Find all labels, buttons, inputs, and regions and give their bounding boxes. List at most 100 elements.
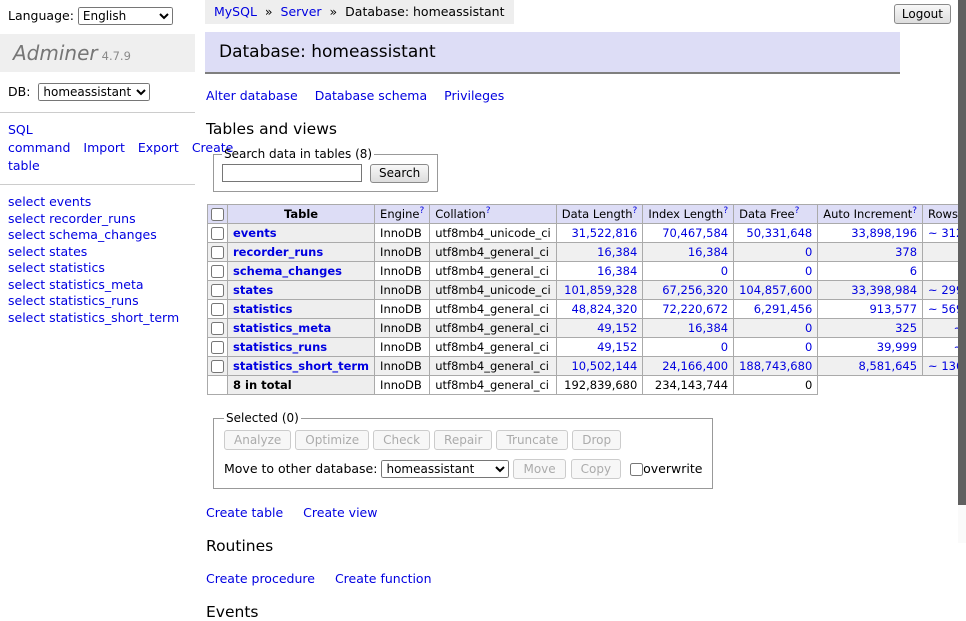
sidebar-select-link[interactable]: select events [8, 194, 187, 209]
data-length-cell: 31,522,816 [556, 224, 643, 243]
data-length-cell: 101,859,328 [556, 281, 643, 300]
collation-cell: utf8mb4_unicode_ci [430, 281, 557, 300]
table-name-link[interactable]: statistics_short_term [233, 359, 369, 373]
selected-operation-button[interactable]: Truncate [496, 430, 568, 450]
row-checkbox-cell [208, 319, 228, 338]
engine-cell: InnoDB [375, 262, 430, 281]
auto-increment-cell: 325 [818, 319, 923, 338]
sidebar-select-link[interactable]: select statistics_runs [8, 293, 187, 308]
index-length-cell: 70,467,584 [643, 224, 734, 243]
column-header-label: Data Free [739, 207, 795, 221]
sidebar-table-links: select eventsselect recorder_runsselect … [0, 185, 195, 325]
routine-create-link[interactable]: Create procedure [206, 571, 315, 586]
table-name-link[interactable]: statistics_runs [233, 340, 327, 354]
page-title: Database: homeassistant [205, 32, 900, 74]
search-button[interactable]: Search [370, 164, 429, 183]
row-checkbox-cell [208, 338, 228, 357]
row-checkbox-cell [208, 224, 228, 243]
breadcrumb-current: Database: homeassistant [345, 4, 504, 19]
overwrite-checkbox[interactable] [630, 463, 643, 476]
column-header: Table [228, 205, 375, 224]
select-all-checkbox[interactable] [211, 208, 224, 221]
routine-links: Create procedure Create function [206, 571, 917, 586]
data-free-cell: 50,331,648 [734, 224, 818, 243]
column-help-link[interactable]: ? [795, 206, 800, 216]
breadcrumb-separator: » [265, 4, 273, 19]
breadcrumb-server-link[interactable]: Server [281, 4, 322, 19]
scrollbar-track[interactable] [958, 0, 966, 543]
row-checkbox[interactable] [211, 284, 224, 297]
auto-increment-cell: 378 [818, 243, 923, 262]
column-header: Auto Increment? [818, 205, 923, 224]
column-header-label: Collation [435, 207, 486, 221]
row-checkbox[interactable] [211, 265, 224, 278]
sidebar-action-link[interactable]: Export [138, 140, 179, 155]
move-button[interactable]: Move [513, 459, 565, 479]
breadcrumb-separator: » [330, 4, 338, 19]
column-help-link[interactable]: ? [633, 206, 638, 216]
sidebar-select-link[interactable]: select recorder_runs [8, 211, 187, 226]
logout-button[interactable]: Logout [894, 4, 951, 24]
engine-cell: InnoDB [375, 243, 430, 262]
language-select[interactable]: English [78, 7, 173, 25]
table-name-link[interactable]: schema_changes [233, 264, 342, 278]
breadcrumb-mysql-link[interactable]: MySQL [214, 4, 257, 19]
table-row: statistics_metaInnoDButf8mb4_general_ci4… [208, 319, 966, 338]
sidebar-select-link[interactable]: select states [8, 244, 187, 259]
collation-cell: utf8mb4_general_ci [430, 338, 557, 357]
create-link[interactable]: Create table [206, 505, 283, 520]
column-header: Data Length? [556, 205, 643, 224]
row-checkbox[interactable] [211, 341, 224, 354]
adminer-brand: Adminer4.7.9 [0, 34, 195, 72]
search-legend: Search data in tables (8) [222, 147, 374, 161]
sidebar-action-link[interactable]: SQL command [8, 122, 70, 155]
routine-create-link[interactable]: Create function [335, 571, 432, 586]
data-length-cell: 16,384 [556, 262, 643, 281]
table-name-link[interactable]: statistics_meta [233, 321, 331, 335]
search-input[interactable] [222, 164, 362, 182]
row-checkbox[interactable] [211, 246, 224, 259]
database-action-link[interactable]: Alter database [206, 88, 298, 103]
selected-operation-button[interactable]: Analyze [224, 430, 291, 450]
column-help-link[interactable]: ? [486, 206, 491, 216]
table-name-link[interactable]: recorder_runs [233, 245, 323, 259]
row-checkbox-cell [208, 262, 228, 281]
selected-buttons: AnalyzeOptimizeCheckRepairTruncateDrop [224, 430, 702, 450]
row-checkbox[interactable] [211, 227, 224, 240]
column-help: ? [723, 206, 728, 216]
table-name-link[interactable]: events [233, 226, 277, 240]
scrollbar-thumb[interactable] [958, 0, 966, 505]
sidebar-select-link[interactable]: select schema_changes [8, 227, 187, 242]
db-select[interactable]: homeassistant [38, 83, 150, 101]
column-header: Index Length? [643, 205, 734, 224]
sidebar-select-link[interactable]: select statistics [8, 260, 187, 275]
table-name-link[interactable]: states [233, 283, 273, 297]
database-action-link[interactable]: Privileges [444, 88, 504, 103]
column-help-link[interactable]: ? [723, 206, 728, 216]
column-help-link[interactable]: ? [419, 206, 424, 216]
move-db-select[interactable]: homeassistant [381, 460, 509, 478]
selected-operation-button[interactable]: Optimize [295, 430, 369, 450]
sidebar-select-link[interactable]: select statistics_short_term [8, 310, 187, 325]
collation-cell: utf8mb4_general_ci [430, 262, 557, 281]
column-header-label: Table [284, 207, 318, 221]
row-checkbox[interactable] [211, 360, 224, 373]
table-name-cell: schema_changes [228, 262, 375, 281]
create-link[interactable]: Create view [303, 505, 377, 520]
selected-operation-button[interactable]: Drop [572, 430, 621, 450]
sidebar-action-link[interactable]: Import [83, 140, 125, 155]
selected-operation-button[interactable]: Check [373, 430, 430, 450]
selected-operation-button[interactable]: Repair [434, 430, 492, 450]
column-header: Data Free? [734, 205, 818, 224]
database-action-link[interactable]: Database schema [315, 88, 427, 103]
column-header: Engine? [375, 205, 430, 224]
total-collation: utf8mb4_general_ci [430, 376, 557, 395]
copy-button[interactable]: Copy [571, 459, 621, 479]
row-checkbox[interactable] [211, 322, 224, 335]
column-help-link[interactable]: ? [912, 206, 917, 216]
sidebar-select-link[interactable]: select statistics_meta [8, 277, 187, 292]
table-name-link[interactable]: statistics [233, 302, 293, 316]
row-checkbox[interactable] [211, 303, 224, 316]
row-checkbox-cell [208, 281, 228, 300]
table-name-cell: recorder_runs [228, 243, 375, 262]
